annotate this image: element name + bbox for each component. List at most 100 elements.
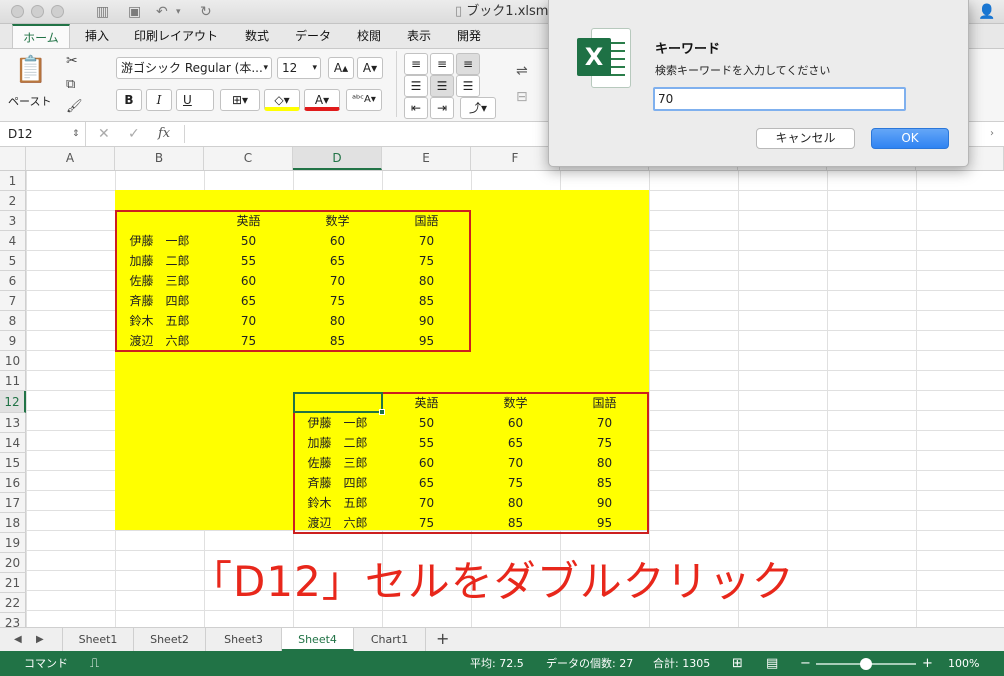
tab-page-layout[interactable]: 印刷レイアウト: [128, 24, 224, 48]
table1-header[interactable]: 国語: [382, 211, 471, 231]
column-header-a[interactable]: A: [26, 147, 115, 170]
name-box[interactable]: D12 ⇕: [0, 122, 86, 146]
table2-header[interactable]: 数学: [471, 393, 560, 413]
table1-cell[interactable]: 70: [204, 311, 293, 331]
table1-cell[interactable]: 70: [293, 271, 382, 291]
tab-review[interactable]: 校閲: [348, 24, 390, 48]
tab-home[interactable]: ホーム: [12, 24, 70, 48]
column-header-f[interactable]: F: [471, 147, 560, 170]
table2-cell[interactable]: 60: [382, 453, 471, 473]
sheet-tab-sheet1[interactable]: Sheet1: [62, 628, 134, 651]
table1-header[interactable]: 英語: [204, 211, 293, 231]
row-header[interactable]: 7: [0, 291, 26, 311]
table2-name-cell[interactable]: 斉藤 四郎: [293, 473, 382, 493]
table1-cell[interactable]: 75: [204, 331, 293, 351]
font-name-select[interactable]: 游ゴシック Regular (本... ▾: [116, 57, 272, 79]
sheet-tab-sheet4[interactable]: Sheet4: [282, 628, 354, 651]
row-header-12[interactable]: 12: [0, 391, 26, 413]
row-header[interactable]: 1: [0, 171, 26, 191]
minimize-window-icon[interactable]: [31, 5, 44, 18]
zoom-window-icon[interactable]: [51, 5, 64, 18]
row-header[interactable]: 15: [0, 453, 26, 473]
table2-cell[interactable]: 85: [560, 473, 649, 493]
row-header[interactable]: 20: [0, 553, 26, 573]
bold-button[interactable]: B: [116, 89, 142, 111]
table1-cell[interactable]: 60: [204, 271, 293, 291]
add-sheet-button[interactable]: +: [436, 628, 449, 650]
expand-formula-icon[interactable]: ›: [990, 122, 994, 146]
table2-name-cell[interactable]: 伊藤 一郎: [293, 413, 382, 433]
table2-cell[interactable]: 75: [471, 473, 560, 493]
row-header[interactable]: 6: [0, 271, 26, 291]
increase-font-icon[interactable]: A▴: [328, 57, 354, 79]
align-bottom-icon[interactable]: ≡: [456, 53, 480, 75]
table2-name-cell[interactable]: 渡辺 六郎: [293, 513, 382, 533]
table2-cell[interactable]: 55: [382, 433, 471, 453]
copy-icon[interactable]: ⧉: [66, 77, 75, 92]
table1-cell[interactable]: 65: [293, 251, 382, 271]
save-icon[interactable]: ▣: [128, 3, 141, 21]
table1-cell[interactable]: 65: [204, 291, 293, 311]
undo-icon[interactable]: ↶: [156, 3, 168, 21]
row-header[interactable]: 17: [0, 493, 26, 513]
row-header[interactable]: 23: [0, 613, 26, 627]
table2-cell[interactable]: 70: [382, 493, 471, 513]
format-painter-icon[interactable]: 🖌: [66, 99, 83, 114]
row-header[interactable]: 9: [0, 331, 26, 351]
table2-name-cell[interactable]: 鈴木 五郎: [293, 493, 382, 513]
table2-cell[interactable]: 65: [382, 473, 471, 493]
table1-header[interactable]: 数学: [293, 211, 382, 231]
row-header[interactable]: 14: [0, 433, 26, 453]
column-header-d[interactable]: D: [293, 147, 382, 170]
zoom-in-button[interactable]: +: [922, 651, 933, 676]
row-header[interactable]: 8: [0, 311, 26, 331]
column-header-b[interactable]: B: [115, 147, 204, 170]
underline-button[interactable]: U: [176, 89, 214, 111]
zoom-slider-knob[interactable]: [860, 658, 872, 670]
sheet-tab-sheet2[interactable]: Sheet2: [134, 628, 206, 651]
decrease-font-icon[interactable]: A▾: [357, 57, 383, 79]
table2-header[interactable]: 英語: [382, 393, 471, 413]
table1-cell[interactable]: 75: [382, 251, 471, 271]
row-header[interactable]: 13: [0, 413, 26, 433]
paste-icon[interactable]: 📋: [12, 55, 50, 89]
cancel-entry-icon[interactable]: ✕: [98, 122, 110, 146]
undo-dropdown-icon[interactable]: ▾: [176, 3, 181, 21]
row-header[interactable]: 18: [0, 513, 26, 533]
sheet-tab-sheet3[interactable]: Sheet3: [206, 628, 282, 651]
sidebar-icon[interactable]: ▥: [96, 3, 109, 21]
font-size-select[interactable]: 12 ▾: [277, 57, 321, 79]
merge-cells-icon[interactable]: ⊟: [516, 89, 528, 105]
tab-formulas[interactable]: 数式: [236, 24, 278, 48]
close-window-icon[interactable]: [11, 5, 24, 18]
font-color-icon[interactable]: A▾: [304, 89, 340, 111]
orientation-icon[interactable]: ⤴▾: [460, 97, 496, 119]
tab-insert[interactable]: 挿入: [78, 24, 116, 48]
table2-cell[interactable]: 80: [471, 493, 560, 513]
table1-name-cell[interactable]: 加藤 二郎: [115, 251, 204, 271]
table1-cell[interactable]: 85: [293, 331, 382, 351]
active-cell-d12[interactable]: [293, 392, 383, 413]
tab-view[interactable]: 表示: [398, 24, 440, 48]
table1-cell[interactable]: 80: [382, 271, 471, 291]
table1-cell[interactable]: 75: [293, 291, 382, 311]
function-icon[interactable]: fx: [158, 122, 170, 146]
column-header-e[interactable]: E: [382, 147, 471, 170]
scroll-left-icon[interactable]: ◀: [14, 628, 22, 651]
align-center-icon[interactable]: ☰: [430, 75, 454, 97]
table1-cell[interactable]: 50: [204, 231, 293, 251]
row-header[interactable]: 11: [0, 371, 26, 391]
row-header[interactable]: 4: [0, 231, 26, 251]
table1-cell[interactable]: 90: [382, 311, 471, 331]
table2-cell[interactable]: 70: [560, 413, 649, 433]
table2-name-cell[interactable]: 加藤 二郎: [293, 433, 382, 453]
table2-cell[interactable]: 80: [560, 453, 649, 473]
cut-icon[interactable]: ✂: [66, 53, 78, 69]
normal-view-icon[interactable]: ⊞: [732, 651, 743, 676]
share-user-icon[interactable]: 👤: [978, 3, 995, 21]
table1-name-cell[interactable]: 伊藤 一郎: [115, 231, 204, 251]
keyword-input[interactable]: 70: [653, 87, 906, 111]
row-header[interactable]: 5: [0, 251, 26, 271]
align-right-icon[interactable]: ☰: [456, 75, 480, 97]
table2-name-cell[interactable]: 佐藤 三郎: [293, 453, 382, 473]
